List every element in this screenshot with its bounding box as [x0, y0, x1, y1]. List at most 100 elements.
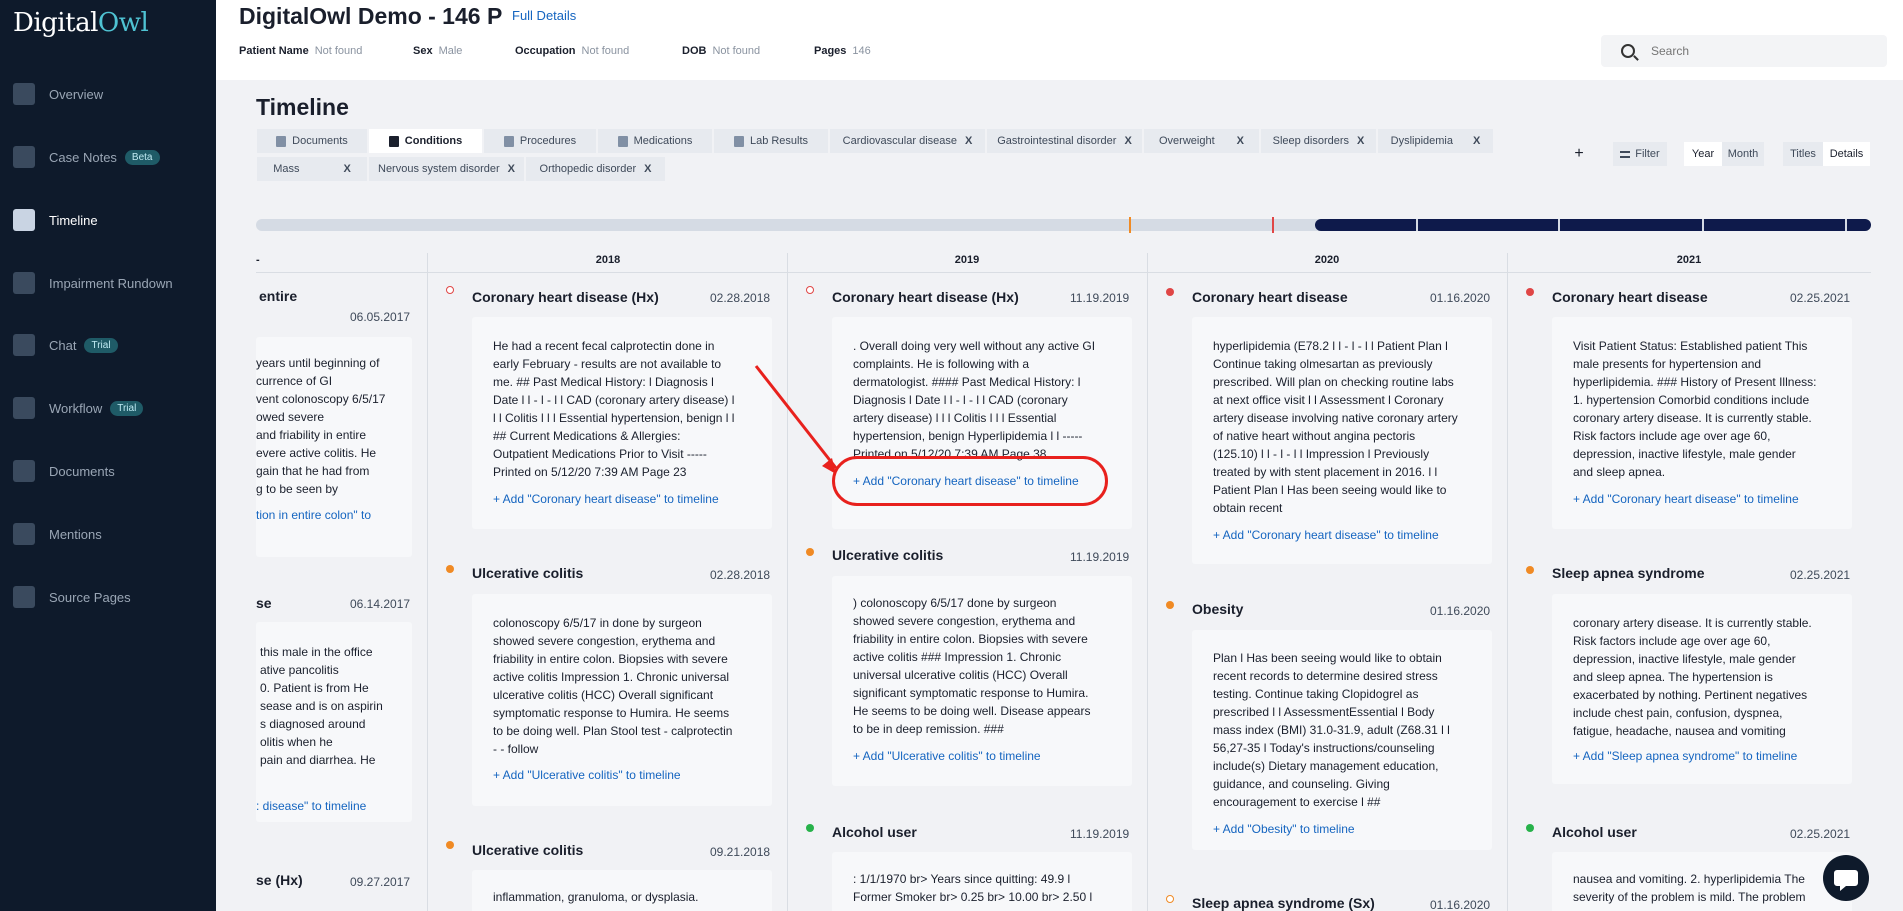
entry-title: Alcohol user — [832, 824, 917, 840]
sidebar-item-chat[interactable]: Chat Trial — [0, 325, 216, 365]
entry-snippet: this male in the office ative pancolitis… — [260, 643, 410, 769]
dob: DOB Not found — [682, 45, 760, 57]
entry-title: Coronary heart disease (Hx) — [832, 289, 1019, 305]
close-icon[interactable]: X — [343, 163, 350, 175]
close-icon[interactable]: X — [508, 163, 515, 175]
logo[interactable]: DigitalOwl — [13, 8, 149, 38]
logo-text-b: Owl — [97, 8, 149, 38]
add-to-timeline-link[interactable]: tion in entire colon" to — [256, 508, 371, 522]
sidebar-item-case-notes[interactable]: Case Notes Beta — [0, 137, 216, 177]
sidebar-item-source-pages[interactable]: Source Pages — [0, 577, 216, 617]
entry-card: inflammation, granuloma, or dysplasia. — [472, 870, 772, 911]
filter-icon — [1620, 150, 1631, 158]
entry-date: 11.19.2019 — [1070, 827, 1130, 841]
range-tick — [1702, 219, 1704, 231]
sidebar-item-documents[interactable]: Documents — [0, 451, 216, 491]
tab-lab-results[interactable]: Lab Results — [714, 129, 828, 153]
entry-title: Coronary heart disease — [1552, 289, 1708, 305]
sidebar: DigitalOwl Overview Case Notes Beta Timel… — [0, 0, 216, 911]
patient-name-value: Not found — [314, 45, 363, 57]
snippet-line: dermatologist. #### Past Medical History… — [853, 375, 1081, 389]
tab-documents[interactable]: Documents — [257, 129, 367, 153]
entry-date: 11.19.2019 — [1070, 291, 1130, 305]
snippet-line: Risk factors include age over age 60, — [1573, 429, 1771, 443]
details-toggle[interactable]: Details — [1823, 142, 1870, 166]
sex: Sex Male — [413, 45, 462, 57]
search-box[interactable] — [1601, 35, 1887, 67]
entry-snippet: He had a recent fecal calprotectin done … — [493, 337, 763, 481]
snippet-line: Visit Patient Status: Established patien… — [1573, 339, 1808, 353]
patient-name: Patient Name Not found — [239, 45, 362, 57]
snippet-line: fatigue, headache, nausea and vomiting — [1573, 724, 1786, 738]
month-toggle[interactable]: Month — [1722, 142, 1764, 166]
entry-title: Ulcerative colitis — [832, 547, 944, 563]
sidebar-item-mentions[interactable]: Mentions — [0, 514, 216, 554]
sidebar-item-impairment-rundown[interactable]: Impairment Rundown — [0, 263, 216, 303]
pages-value: 146 — [852, 45, 871, 57]
snippet-line: 1. hypertension Comorbid conditions incl… — [1573, 393, 1810, 407]
snippet-line: ## Current Medications & Allergies: — [493, 429, 681, 443]
trial-badge: Trial — [84, 337, 118, 353]
add-filter-button[interactable]: + — [1567, 142, 1591, 166]
status-dot — [1166, 288, 1174, 296]
filter-chip-dyslipidemia[interactable]: Dyslipidemia X — [1378, 129, 1493, 153]
filter-chip-overweight[interactable]: Overweight X — [1144, 129, 1259, 153]
close-icon[interactable]: X — [1124, 135, 1131, 147]
snippet-line: recent records to determine desired stre… — [1213, 669, 1438, 683]
entry-card: years until beginning of currence of GI … — [256, 337, 412, 557]
chat-widget-button[interactable] — [1823, 855, 1869, 901]
snippet-line: years until beginning of — [256, 356, 380, 370]
close-icon[interactable]: X — [1473, 135, 1480, 147]
close-icon[interactable]: X — [1357, 135, 1364, 147]
chip-label: Nervous system disorder — [378, 163, 500, 175]
snippet-line: and friability in entire — [256, 428, 367, 442]
filter-chip-cardiovascular[interactable]: Cardiovascular disease X — [830, 129, 985, 153]
sidebar-item-label: Impairment Rundown — [49, 275, 173, 291]
titles-toggle[interactable]: Titles — [1783, 142, 1823, 166]
snippet-line: (125.10) l l - l - l l Impression l Prev… — [1213, 447, 1430, 461]
sidebar-item-overview[interactable]: Overview — [0, 74, 216, 114]
entry-card: He had a recent fecal calprotectin done … — [472, 317, 772, 529]
snippet-line: 56,27-35 l Today's instructions/counseli… — [1213, 741, 1435, 755]
add-to-timeline-link[interactable]: + Add "Ulcerative colitis" to timeline — [853, 749, 1041, 763]
sidebar-item-workflow[interactable]: Workflow Trial — [0, 388, 216, 428]
dob-label: DOB — [682, 45, 707, 57]
tab-conditions[interactable]: Conditions — [369, 129, 482, 153]
snippet-line: male presents for hypertension and — [1573, 357, 1762, 371]
close-icon[interactable]: X — [1237, 135, 1244, 147]
timeline-range-slider[interactable] — [256, 217, 1871, 233]
pages-label: Pages — [814, 45, 847, 57]
filter-chip-orthopedic[interactable]: Orthopedic disorder X — [526, 157, 665, 181]
add-to-timeline-link[interactable]: + Add "Obesity" to timeline — [1213, 822, 1355, 836]
filter-chip-sleep-disorders[interactable]: Sleep disorders X — [1261, 129, 1376, 153]
range-selection[interactable] — [1315, 219, 1871, 231]
status-dot — [1166, 601, 1174, 609]
add-to-timeline-link[interactable]: + Add "Sleep apnea syndrome" to timeline — [1573, 749, 1797, 763]
add-to-timeline-link[interactable]: + Add "Ulcerative colitis" to timeline — [493, 768, 681, 782]
add-to-timeline-link[interactable]: + Add "Coronary heart disease" to timeli… — [1213, 528, 1439, 542]
filter-chip-mass[interactable]: Mass X — [257, 157, 367, 181]
entry-snippet: : 1/1/1970 br> Years since quitting: 49.… — [853, 870, 1123, 906]
snippet-line: showed severe congestion, erythema and — [493, 634, 716, 648]
entry-date: 06.05.2017 — [350, 310, 411, 324]
filter-chip-nervous-system[interactable]: Nervous system disorder X — [369, 157, 524, 181]
close-icon[interactable]: X — [644, 163, 651, 175]
year-toggle[interactable]: Year — [1684, 142, 1722, 166]
filter-chip-gastrointestinal[interactable]: Gastrointestinal disorder X — [987, 129, 1142, 153]
sidebar-item-timeline[interactable]: Timeline — [0, 200, 216, 240]
filter-button[interactable]: Filter — [1613, 142, 1667, 166]
search-input[interactable] — [1651, 44, 1871, 58]
tab-medications[interactable]: Medications — [598, 129, 712, 153]
chip-label: Dyslipidemia — [1390, 135, 1453, 147]
add-to-timeline-link[interactable]: + Add "Coronary heart disease" to timeli… — [1573, 492, 1799, 506]
tab-procedures[interactable]: Procedures — [484, 129, 596, 153]
snippet-line: significant symptomatic response to Humi… — [853, 686, 1089, 700]
entry-title: Ulcerative colitis — [472, 842, 584, 858]
documents-icon — [13, 460, 35, 482]
snippet-line: artery disease) l l l Colitis l l l Esse… — [853, 411, 1057, 425]
close-icon[interactable]: X — [965, 135, 972, 147]
add-to-timeline-link[interactable]: : disease" to timeline — [256, 799, 366, 813]
snippet-line: ulcerative colitis (HCC) Overall signifi… — [493, 688, 714, 702]
full-details-link[interactable]: Full Details — [512, 8, 576, 23]
add-to-timeline-link[interactable]: + Add "Coronary heart disease" to timeli… — [493, 492, 719, 506]
